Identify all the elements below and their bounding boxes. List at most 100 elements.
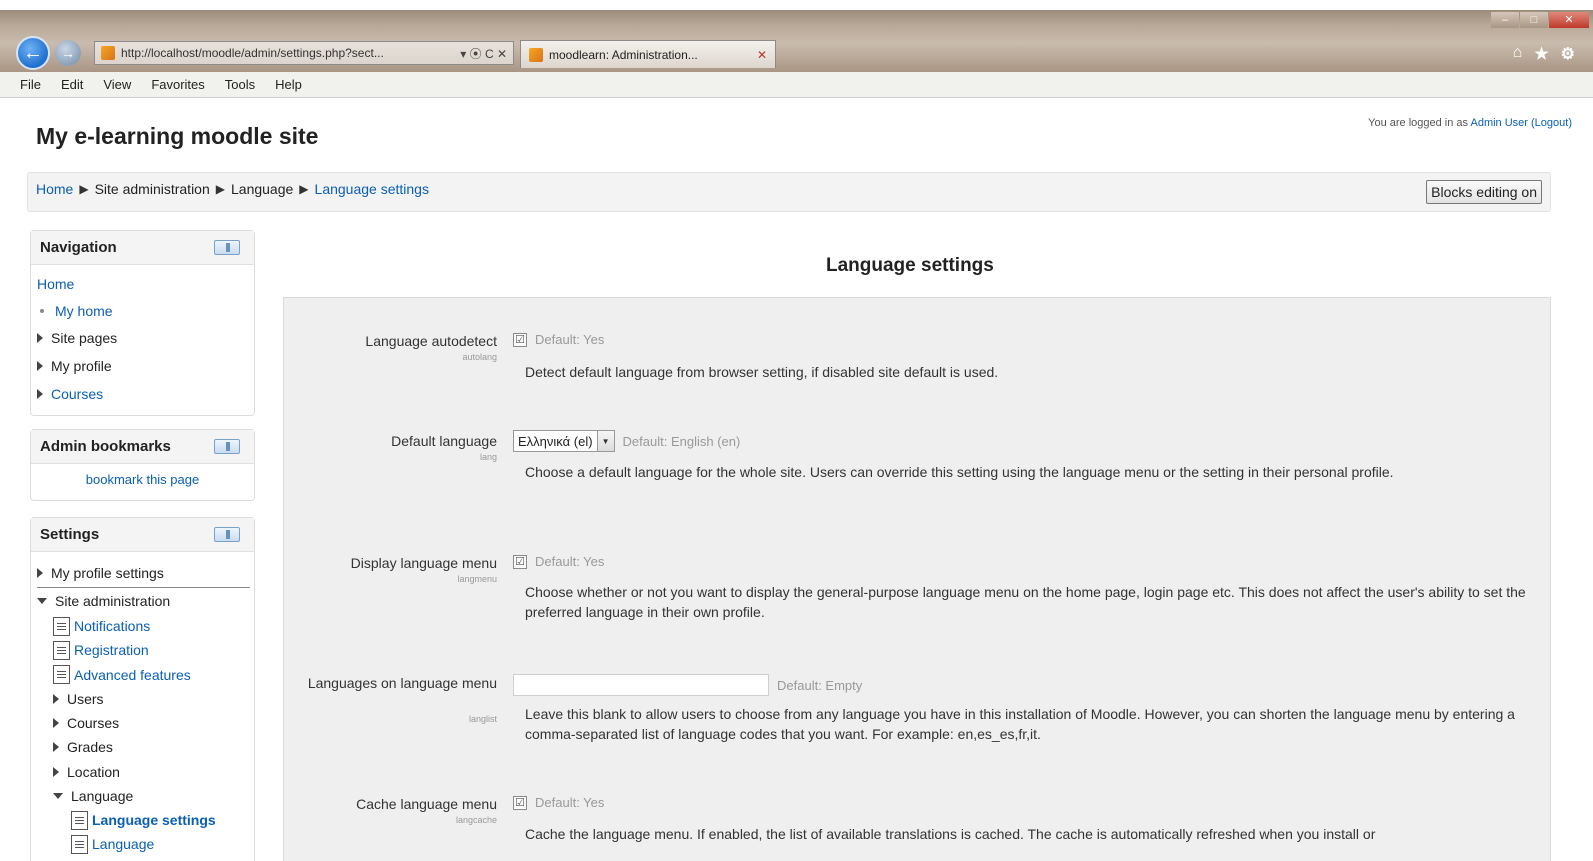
- breadcrumb: Home ▶ Site administration ▶ Language ▶ …: [36, 181, 429, 197]
- address-bar[interactable]: http://localhost/moodle/admin/settings.p…: [94, 41, 514, 65]
- breadcrumb-language-settings[interactable]: Language settings: [315, 181, 429, 197]
- breadcrumb-site-administration: Site administration: [94, 181, 210, 197]
- settings-form: Language autodetect autolang ☑ Default: …: [283, 297, 1551, 861]
- site-administration-label[interactable]: Site administration: [55, 593, 170, 609]
- my-profile-settings-label[interactable]: My profile settings: [51, 565, 164, 581]
- nav-item-site-pages[interactable]: Site pages: [37, 324, 248, 352]
- menu-help[interactable]: Help: [275, 77, 302, 92]
- grades-label[interactable]: Grades: [67, 739, 113, 755]
- favorites-star-icon[interactable]: ★: [1534, 44, 1548, 64]
- nav-home-label[interactable]: Home: [37, 276, 74, 292]
- forward-button[interactable]: →: [55, 40, 81, 66]
- languages-list-input[interactable]: [513, 674, 769, 696]
- blocks-editing-button[interactable]: Blocks editing on: [1426, 180, 1542, 204]
- breadcrumb-home[interactable]: Home: [36, 181, 73, 197]
- menu-favorites[interactable]: Favorites: [151, 77, 204, 92]
- default-value: Default: Yes: [535, 554, 605, 569]
- address-tools[interactable]: ▾ ⦿ C ✕: [460, 45, 513, 62]
- settings-item-advanced-features[interactable]: Advanced features: [53, 662, 250, 687]
- cache-menu-checkbox[interactable]: ☑: [513, 795, 527, 810]
- setting-label: Cache language menu: [356, 796, 497, 812]
- close-window-button[interactable]: ✕: [1549, 12, 1589, 28]
- expand-arrow-icon: [37, 567, 43, 578]
- settings-item-notifications[interactable]: Notifications: [53, 614, 250, 638]
- nav-item-home[interactable]: Home: [37, 271, 248, 297]
- nav-item-my-home[interactable]: My home: [37, 297, 248, 324]
- dock-block-icon[interactable]: [214, 527, 240, 542]
- settings-gear-icon[interactable]: ⚙: [1561, 44, 1575, 64]
- settings-block-header: Settings: [31, 518, 254, 552]
- user-profile-link[interactable]: Admin User: [1470, 117, 1527, 129]
- default-value: Default: Empty: [777, 677, 863, 693]
- location-label[interactable]: Location: [67, 764, 120, 780]
- language-packs-label[interactable]: Language: [92, 836, 154, 852]
- registration-label[interactable]: Registration: [74, 642, 149, 658]
- menu-file[interactable]: File: [20, 77, 41, 92]
- nav-site-pages-label[interactable]: Site pages: [51, 330, 117, 346]
- setting-description: Choose a default language for the whole …: [525, 464, 1394, 480]
- settings-item-my-profile-settings[interactable]: My profile settings: [37, 558, 250, 588]
- language-settings-label[interactable]: Language settings: [92, 812, 216, 828]
- dock-block-icon[interactable]: [214, 240, 240, 255]
- settings-item-grades[interactable]: Grades: [53, 735, 250, 759]
- settings-item-registration[interactable]: Registration: [53, 638, 250, 662]
- arrow-right-icon: →: [61, 45, 75, 61]
- settings-item-users[interactable]: Users: [53, 687, 250, 711]
- browser-chrome: ← → http://localhost/moodle/admin/settin…: [0, 0, 1593, 72]
- minimize-button[interactable]: –: [1491, 12, 1519, 28]
- admin-bookmarks-block: Admin bookmarks bookmark this page: [30, 429, 255, 501]
- setting-description: Leave this blank to allow users to choos…: [525, 706, 1515, 742]
- menu-view[interactable]: View: [103, 77, 131, 92]
- bookmark-this-page-link[interactable]: bookmark this page: [86, 472, 199, 487]
- nav-item-courses[interactable]: Courses: [37, 380, 248, 408]
- settings-item-location[interactable]: Location: [53, 759, 250, 784]
- address-url[interactable]: http://localhost/moodle/admin/settings.p…: [121, 46, 454, 60]
- expand-arrow-icon: [37, 333, 43, 343]
- default-language-select[interactable]: Ελληνικά (el) ▼: [513, 430, 615, 452]
- setting-description: Detect default language from browser set…: [525, 364, 999, 380]
- navigation-block-header: Navigation: [31, 231, 254, 265]
- login-prefix: You are logged in as: [1368, 117, 1471, 129]
- expand-arrow-icon: [53, 694, 59, 704]
- page-icon: [71, 834, 88, 854]
- nav-my-profile-label[interactable]: My profile: [51, 358, 112, 374]
- settings-item-language-settings[interactable]: Language settings: [71, 808, 250, 832]
- setting-label: Display language menu: [350, 555, 497, 571]
- back-button[interactable]: ←: [16, 36, 50, 70]
- default-value: Default: Yes: [535, 795, 605, 810]
- setting-key: lang: [479, 452, 497, 462]
- setting-key: autolang: [462, 352, 497, 362]
- settings-item-language[interactable]: Language: [53, 784, 250, 808]
- menu-edit[interactable]: Edit: [61, 77, 83, 92]
- collapse-arrow-icon: [53, 793, 63, 799]
- maximize-button[interactable]: □: [1520, 12, 1548, 28]
- breadcrumb-separator-icon: ▶: [299, 182, 309, 196]
- nav-item-my-profile[interactable]: My profile: [37, 352, 248, 380]
- advanced-features-label[interactable]: Advanced features: [74, 667, 191, 683]
- settings-item-site-administration[interactable]: Site administration: [37, 588, 250, 614]
- home-icon[interactable]: ⌂: [1513, 44, 1523, 64]
- navbar: Home ▶ Site administration ▶ Language ▶ …: [27, 172, 1551, 212]
- setting-key: langmenu: [457, 574, 497, 584]
- browser-tab[interactable]: moodlearn: Administration... ✕: [520, 40, 776, 68]
- logout-link[interactable]: (Logout): [1531, 117, 1572, 129]
- language-label[interactable]: Language: [71, 788, 133, 804]
- setting-label: Languages on language menu: [307, 675, 497, 691]
- users-label[interactable]: Users: [67, 691, 104, 707]
- notifications-label[interactable]: Notifications: [74, 618, 150, 634]
- courses-label[interactable]: Courses: [67, 715, 119, 731]
- nav-courses-label[interactable]: Courses: [51, 386, 103, 402]
- autodetect-checkbox[interactable]: ☑: [513, 332, 527, 347]
- default-value: Default: English (en): [622, 433, 741, 449]
- settings-item-courses[interactable]: Courses: [53, 711, 250, 735]
- settings-title: Settings: [40, 526, 100, 543]
- nav-my-home-label[interactable]: My home: [55, 303, 113, 319]
- dock-block-icon[interactable]: [214, 439, 240, 454]
- close-tab-icon[interactable]: ✕: [757, 48, 767, 62]
- menu-tools[interactable]: Tools: [225, 77, 255, 92]
- login-info: You are logged in as Admin User (Logout): [1368, 117, 1572, 129]
- expand-arrow-icon: [37, 389, 43, 399]
- page-icon: [53, 665, 70, 684]
- settings-item-language-packs[interactable]: Language: [71, 832, 250, 856]
- display-menu-checkbox[interactable]: ☑: [513, 554, 527, 569]
